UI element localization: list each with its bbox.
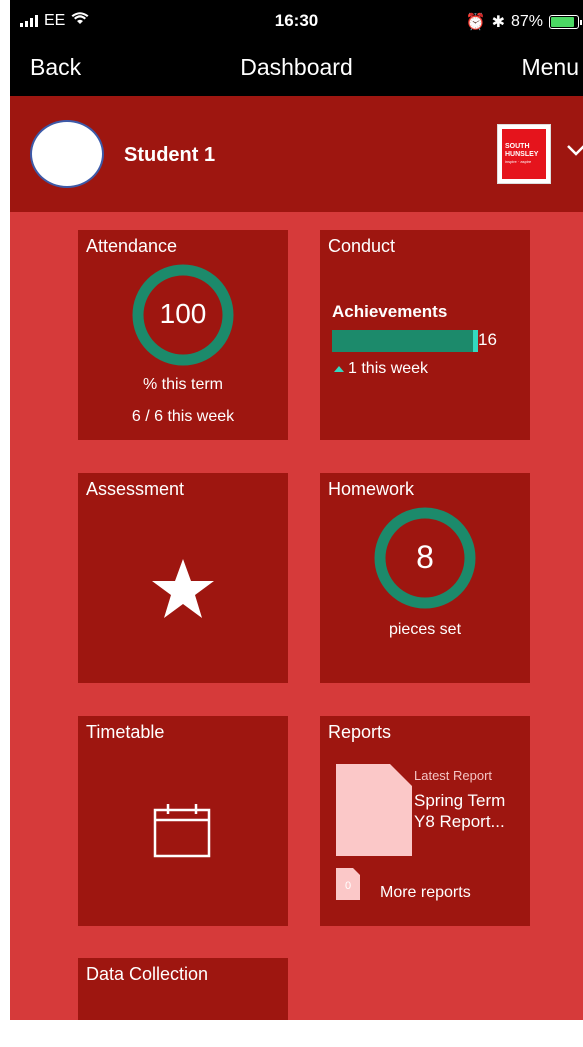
report-count: 0 — [344, 880, 352, 892]
attendance-value: 100 — [159, 298, 207, 329]
nav-bar: Back Dashboard Menu — [10, 50, 583, 90]
report-count-icon: 0 — [336, 868, 360, 900]
achievements-bar — [332, 330, 478, 352]
attendance-week: 6 / 6 this week — [131, 408, 235, 425]
homework-caption: pieces set — [388, 621, 462, 638]
calendar-icon — [153, 804, 211, 858]
bluetooth-icon: ✱ — [491, 14, 505, 31]
battery-percent: 87% — [510, 13, 543, 30]
screen-bottom-edge — [0, 1020, 583, 1047]
top-bar: EE 16:30 ⏰ ✱ 87% Back Dashboard Menu — [10, 0, 583, 96]
tile-title: Conduct — [328, 236, 396, 256]
star-icon — [152, 559, 214, 618]
document-icon — [336, 764, 412, 856]
alarm-icon: ⏰ — [465, 14, 486, 31]
timetable-tile[interactable]: Timetable — [78, 716, 288, 926]
student-name: Student 1 — [124, 144, 216, 166]
tile-title: Attendance — [86, 236, 178, 256]
school-logo: SOUTH HUNSLEY inspire · aspire — [497, 124, 551, 184]
achievements-value: 16 — [478, 330, 497, 349]
school-logo-tagline: inspire · aspire — [505, 159, 532, 164]
latest-report-link[interactable]: Spring Term Y8 Report... — [414, 790, 524, 832]
chevron-down-icon[interactable] — [566, 136, 583, 162]
tile-title: Homework — [328, 479, 415, 499]
attendance-caption: % this term — [142, 376, 223, 393]
homework-value: 8 — [416, 539, 434, 575]
homework-tile[interactable]: Homework 8 pieces set — [320, 473, 530, 683]
achievements-week-text: 1 this week — [348, 360, 429, 377]
latest-report-label: Latest Report — [414, 768, 493, 783]
school-logo-text: SOUTH HUNSLEY — [505, 143, 539, 158]
menu-button[interactable]: Menu — [521, 54, 579, 81]
avatar[interactable] — [30, 120, 104, 188]
tile-title: Timetable — [86, 722, 165, 742]
reports-tile[interactable]: Reports Latest Report Spring Term Y8 Rep… — [320, 716, 530, 926]
up-arrow-icon — [334, 366, 344, 372]
battery-icon — [549, 15, 582, 29]
assessment-tile[interactable]: Assessment — [78, 473, 288, 683]
attendance-tile[interactable]: Attendance 100 % this term 6 / 6 this we… — [78, 230, 288, 440]
page-title: Dashboard — [240, 54, 353, 80]
tile-title: Data Collection — [86, 964, 209, 984]
tile-title: Reports — [328, 722, 392, 742]
conduct-tile[interactable]: Conduct Achievements 16 1 this week — [320, 230, 530, 440]
student-header[interactable]: Student 1 SOUTH HUNSLEY inspire · aspire — [10, 96, 583, 212]
tile-title: Assessment — [86, 479, 185, 499]
more-reports-link[interactable]: More reports — [380, 884, 471, 902]
achievements-week: 1 this week — [334, 360, 428, 378]
app-screen: EE 16:30 ⏰ ✱ 87% Back Dashboard Menu Stu… — [10, 0, 583, 1047]
achievements-label: Achievements — [332, 302, 448, 321]
status-bar: EE 16:30 ⏰ ✱ 87% — [10, 0, 583, 44]
